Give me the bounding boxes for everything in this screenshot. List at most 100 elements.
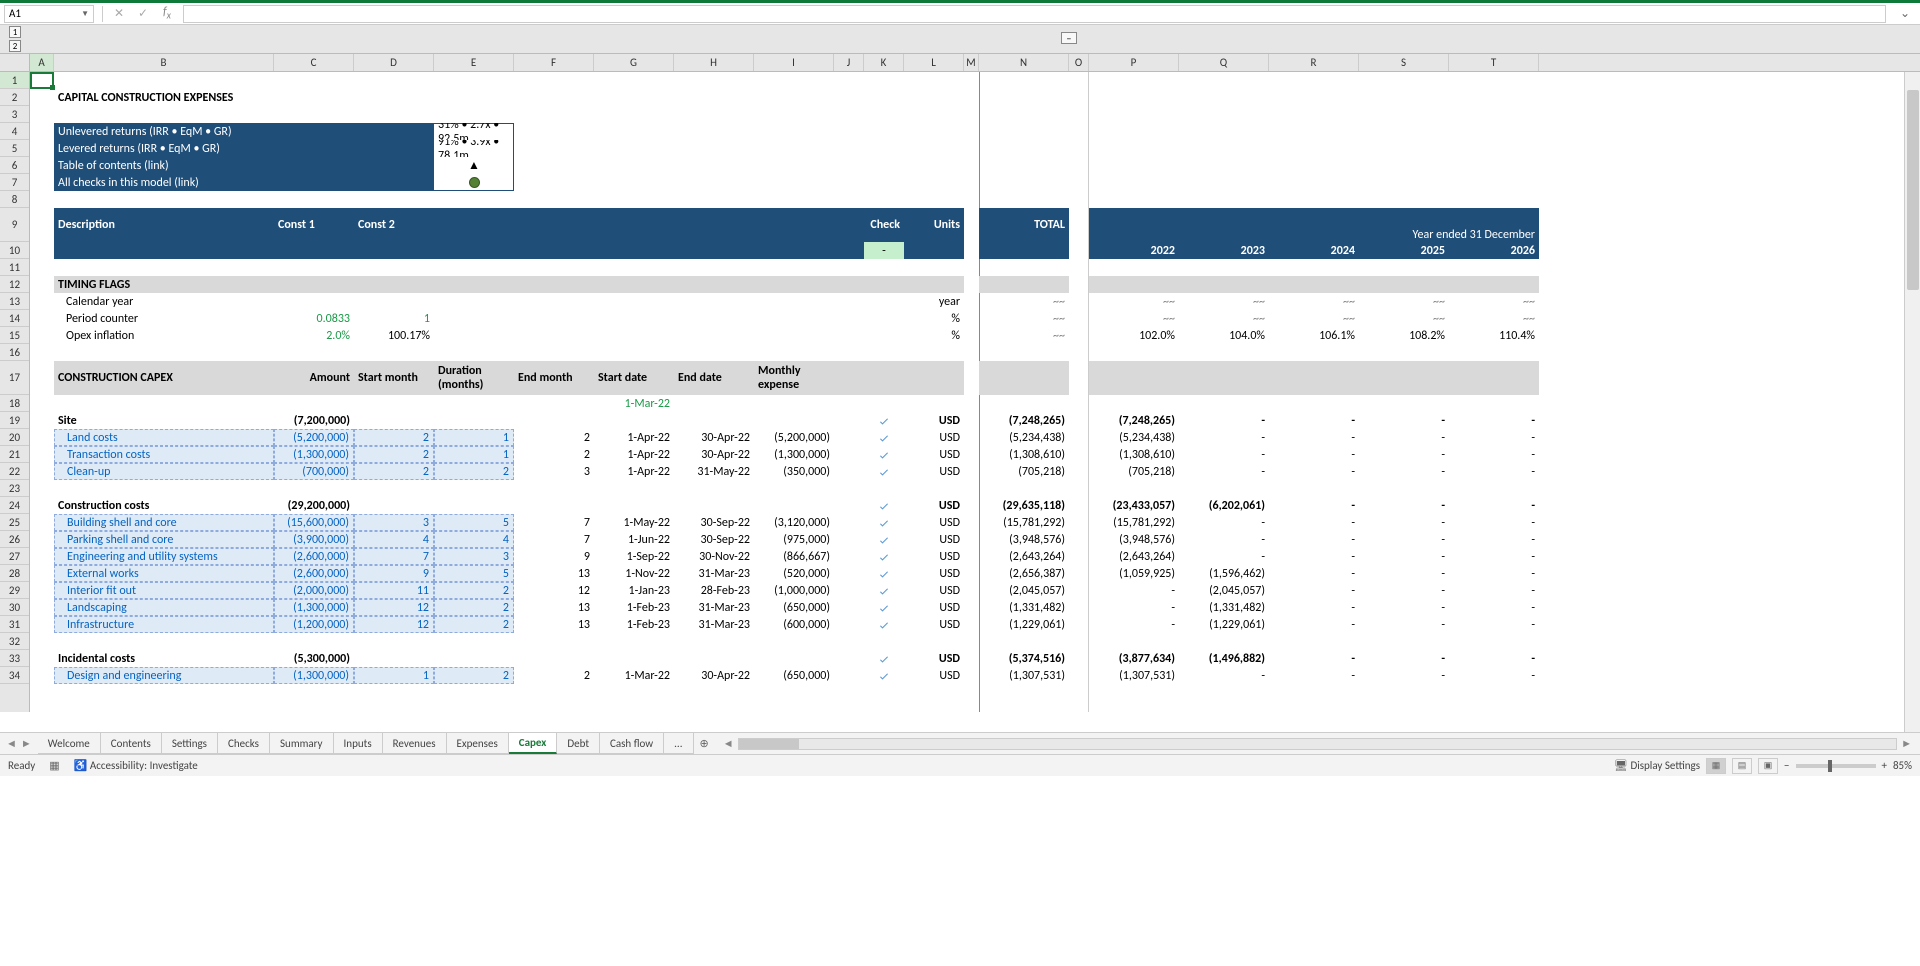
sheet-tab-summary[interactable]: Summary [270, 733, 334, 754]
row-header-31[interactable]: 31 [0, 616, 29, 633]
row-header-28[interactable]: 28 [0, 565, 29, 582]
column-header-G[interactable]: G [594, 54, 674, 71]
row-header-14[interactable]: 14 [0, 310, 29, 327]
item-label[interactable]: Landscaping [54, 599, 274, 616]
item-amount[interactable]: (700,000) [274, 463, 354, 480]
item-duration[interactable]: 1 [434, 446, 514, 463]
item-label[interactable]: Transaction costs [54, 446, 274, 463]
item-start-month[interactable]: 7 [354, 548, 434, 565]
item-amount[interactable]: (3,900,000) [274, 531, 354, 548]
item-duration[interactable]: 4 [434, 531, 514, 548]
hscroll-right-icon[interactable]: ► [1901, 737, 1912, 750]
row-header-7[interactable]: 7 [0, 174, 29, 191]
item-label[interactable]: Infrastructure [54, 616, 274, 633]
column-header-I[interactable]: I [754, 54, 834, 71]
row-header-11[interactable]: 11 [0, 259, 29, 276]
outline-level-2[interactable]: 2 [9, 40, 21, 52]
sheet-tab-expenses[interactable]: Expenses [447, 733, 509, 754]
confirm-formula-icon[interactable]: ✓ [135, 6, 151, 21]
item-duration[interactable]: 2 [434, 582, 514, 599]
item-amount[interactable]: (2,600,000) [274, 548, 354, 565]
row-header-1[interactable]: 1 [0, 72, 29, 89]
item-start-month[interactable]: 11 [354, 582, 434, 599]
item-amount[interactable]: (1,300,000) [274, 446, 354, 463]
row-header-21[interactable]: 21 [0, 446, 29, 463]
view-page-break-icon[interactable]: ▣ [1758, 758, 1778, 774]
outline-collapse-button[interactable]: − [1061, 32, 1077, 44]
sheet-tab-...[interactable]: ... [664, 733, 693, 754]
name-box-dropdown-icon[interactable]: ▼ [81, 9, 89, 19]
row-header-17[interactable]: 17 [0, 361, 29, 395]
row-header-9[interactable]: 9 [0, 208, 29, 242]
column-header-C[interactable]: C [274, 54, 354, 71]
grid-area[interactable]: 1234567891011121314151617181920212223242… [0, 72, 1920, 732]
horizontal-scrollbar[interactable]: ◄ ► [715, 737, 1920, 750]
sheet-tab-revenues[interactable]: Revenues [383, 733, 447, 754]
item-duration[interactable]: 3 [434, 548, 514, 565]
formula-expand-icon[interactable]: ⌄ [1894, 6, 1916, 21]
row-header-27[interactable]: 27 [0, 548, 29, 565]
item-duration[interactable]: 5 [434, 514, 514, 531]
sheet-tab-capex[interactable]: Capex [509, 733, 558, 754]
row-header-26[interactable]: 26 [0, 531, 29, 548]
item-label[interactable]: Parking shell and core [54, 531, 274, 548]
accessibility-status[interactable]: ♿ Accessibility: Investigate [74, 759, 198, 772]
item-label[interactable]: Engineering and utility systems [54, 548, 274, 565]
row-header-18[interactable]: 18 [0, 395, 29, 412]
row-header-5[interactable]: 5 [0, 140, 29, 157]
view-normal-icon[interactable]: ▦ [1706, 758, 1726, 774]
column-header-M[interactable]: M [964, 54, 979, 71]
add-sheet-icon[interactable]: ⊕ [694, 737, 715, 750]
item-start-month[interactable]: 2 [354, 429, 434, 446]
macro-record-icon[interactable]: ▦ [49, 759, 59, 772]
row-header-16[interactable]: 16 [0, 344, 29, 361]
fx-icon[interactable]: fx [159, 5, 175, 21]
column-header-J[interactable]: J [834, 54, 864, 71]
item-label[interactable]: Design and engineering [54, 667, 274, 684]
item-start-month[interactable]: 1 [354, 667, 434, 684]
row-header-32[interactable]: 32 [0, 633, 29, 650]
column-header-K[interactable]: K [864, 54, 904, 71]
item-label[interactable]: External works [54, 565, 274, 582]
sheet-tab-cash-flow[interactable]: Cash flow [600, 733, 664, 754]
display-settings-button[interactable]: 🖥 Display Settings [1614, 759, 1700, 772]
row-header-23[interactable]: 23 [0, 480, 29, 497]
column-header-B[interactable]: B [54, 54, 274, 71]
column-header-N[interactable]: N [979, 54, 1069, 71]
row-header-25[interactable]: 25 [0, 514, 29, 531]
item-label[interactable]: Interior fit out [54, 582, 274, 599]
sheet-tab-debt[interactable]: Debt [557, 733, 600, 754]
row-header-2[interactable]: 2 [0, 89, 29, 106]
column-header-R[interactable]: R [1269, 54, 1359, 71]
select-all-corner[interactable] [0, 54, 30, 71]
item-label[interactable]: Land costs [54, 429, 274, 446]
checks-indicator-icon[interactable] [434, 174, 514, 191]
row-header-3[interactable]: 3 [0, 106, 29, 123]
name-box[interactable]: A1 ▼ [4, 5, 94, 23]
column-header-O[interactable]: O [1069, 54, 1089, 71]
outline-level-1[interactable]: 1 [9, 26, 21, 38]
row-header-24[interactable]: 24 [0, 497, 29, 514]
item-duration[interactable]: 2 [434, 667, 514, 684]
item-start-month[interactable]: 9 [354, 565, 434, 582]
cells[interactable]: CAPITAL CONSTRUCTION EXPENSESUnlevered r… [30, 72, 1920, 712]
sheet-tab-contents[interactable]: Contents [101, 733, 162, 754]
zoom-in-icon[interactable]: + [1882, 759, 1887, 772]
item-duration[interactable]: 1 [434, 429, 514, 446]
sheet-tab-inputs[interactable]: Inputs [334, 733, 383, 754]
vertical-scroll-thumb[interactable] [1907, 90, 1919, 290]
item-start-month[interactable]: 12 [354, 616, 434, 633]
toc-arrow-icon[interactable]: ▲ [434, 157, 514, 174]
sheet-nav-next-icon[interactable]: ► [21, 737, 32, 750]
column-header-P[interactable]: P [1089, 54, 1179, 71]
row-header-6[interactable]: 6 [0, 157, 29, 174]
row-header-29[interactable]: 29 [0, 582, 29, 599]
item-start-month[interactable]: 4 [354, 531, 434, 548]
column-header-L[interactable]: L [904, 54, 964, 71]
sheet-tab-checks[interactable]: Checks [218, 733, 270, 754]
vertical-scrollbar[interactable] [1904, 72, 1920, 732]
item-amount[interactable]: (1,300,000) [274, 667, 354, 684]
row-header-33[interactable]: 33 [0, 650, 29, 667]
item-duration[interactable]: 2 [434, 599, 514, 616]
sheet-tab-welcome[interactable]: Welcome [38, 733, 101, 754]
